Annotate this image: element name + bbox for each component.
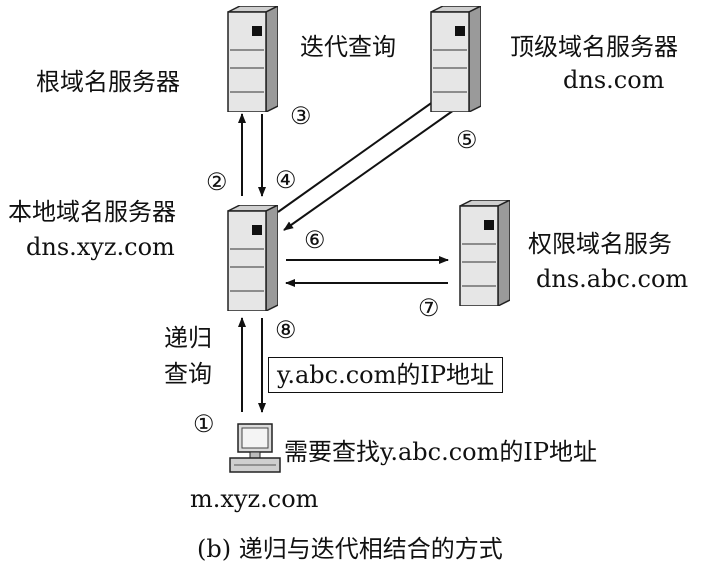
step-5-marker: ⑤ [456, 126, 478, 154]
tld-server-icon [430, 6, 481, 112]
root-server-icon [227, 6, 278, 112]
step-6-marker: ⑥ [304, 226, 326, 254]
step-1-marker: ① [193, 410, 215, 438]
recursive-label-line2: 查询 [164, 360, 212, 388]
client-computer-icon [229, 423, 281, 473]
tld-server-label: 顶级域名服务器 [510, 33, 678, 61]
step-7-marker: ⑦ [418, 294, 440, 322]
local-server-label: 本地域名服务器 [8, 198, 176, 226]
step-4-marker: ④ [275, 166, 297, 194]
step-3-marker: ③ [290, 102, 312, 130]
root-server-label: 根域名服务器 [36, 68, 180, 96]
auth-server-label: 权限域名服务 [528, 230, 672, 258]
recursive-label-line1: 递归 [164, 324, 212, 352]
local-domain-label: dns.xyz.com [26, 233, 175, 261]
reply-address-box: y.abc.com的IP地址 [268, 357, 504, 393]
step-2-marker: ② [206, 168, 228, 196]
local-server-icon [227, 205, 278, 311]
figure-caption: (b) 递归与迭代相结合的方式 [197, 535, 503, 563]
tld-domain-label: dns.com [563, 66, 665, 94]
client-request-label: 需要查找y.abc.com的IP地址 [284, 438, 598, 466]
auth-domain-label: dns.abc.com [536, 265, 689, 293]
auth-server-icon [459, 200, 510, 306]
client-host-label: m.xyz.com [190, 485, 319, 513]
iterative-query-label: 迭代查询 [300, 33, 396, 61]
step-8-marker: ⑧ [275, 316, 297, 344]
